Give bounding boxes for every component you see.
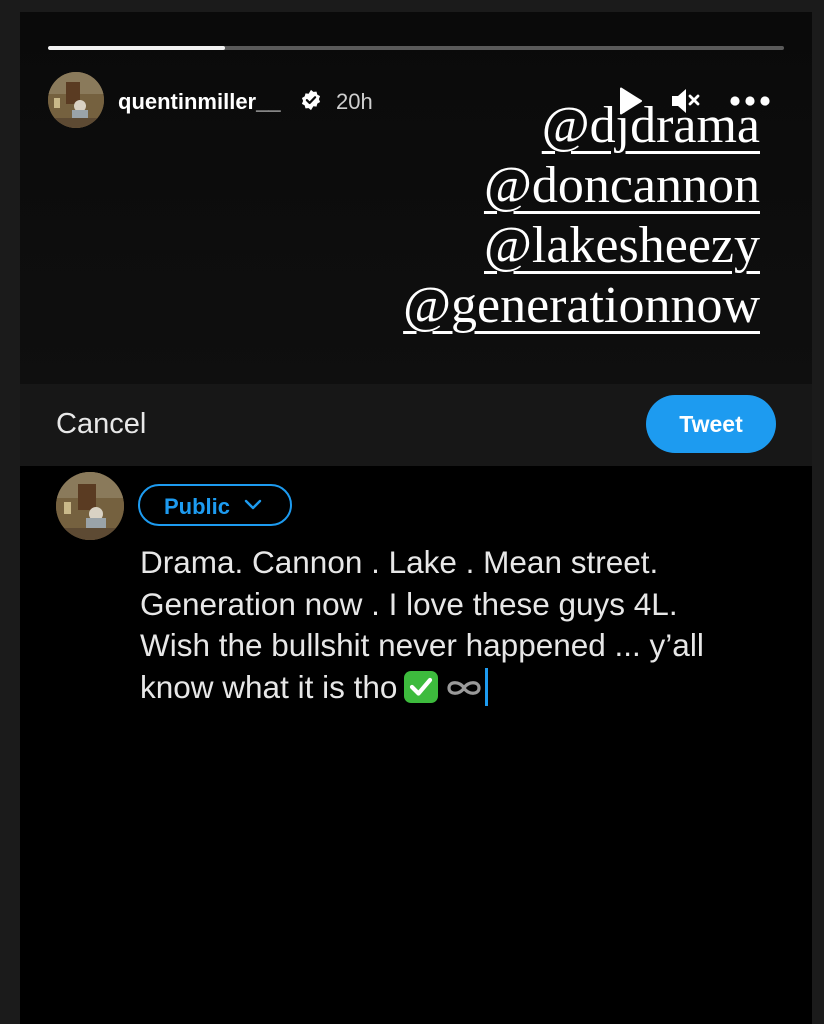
text-cursor [485, 667, 489, 706]
tweet-text-line: Drama. Cannon . Lake . Mean street. [140, 544, 659, 580]
story-progress-fill [48, 46, 225, 50]
story-timestamp: 20h [336, 89, 373, 114]
mention-generationnow[interactable]: @generationnow [403, 276, 760, 336]
avatar[interactable] [56, 472, 124, 540]
cancel-button[interactable]: Cancel [56, 408, 146, 441]
mention-djdrama[interactable]: @djdrama [403, 96, 760, 156]
story-mentions: @djdrama @doncannon @lakesheezy @generat… [403, 96, 760, 336]
tweet-text-line-last: know what it is tho [140, 667, 800, 709]
tweet-text-line: Generation now . I love these guys 4L. [140, 585, 678, 622]
mention-doncannon[interactable]: @doncannon [403, 156, 760, 216]
check-mark-emoji-icon [404, 670, 439, 703]
infinity-emoji-icon [447, 680, 481, 695]
story-username[interactable]: quentinmiller__ [118, 89, 281, 115]
tweet-text-line: Wish the bullshit never happened ... y’a… [140, 627, 704, 663]
compose-header: Cancel Tweet [20, 384, 812, 466]
story-top-area: quentinmiller__ 20h @djdrama @doncannon … [20, 12, 812, 384]
story-viewer: quentinmiller__ 20h @djdrama @doncannon … [20, 12, 812, 1024]
story-progress-bar [48, 46, 784, 50]
tweet-button[interactable]: Tweet [646, 395, 776, 453]
verified-badge-icon [301, 89, 321, 111]
mention-lakesheezy[interactable]: @lakesheezy [403, 216, 760, 276]
tweet-text-input[interactable]: Drama. Cannon . Lake . Mean street. Gene… [140, 542, 800, 708]
story-avatar[interactable] [48, 72, 104, 128]
tweet-text-line: know what it is tho [140, 668, 398, 705]
chevron-down-icon [244, 499, 262, 510]
audience-selector[interactable]: Public [138, 484, 292, 526]
compose-body: Public Drama. Cannon . Lake . Mean stree… [20, 466, 812, 1024]
audience-label: Public [164, 494, 231, 519]
